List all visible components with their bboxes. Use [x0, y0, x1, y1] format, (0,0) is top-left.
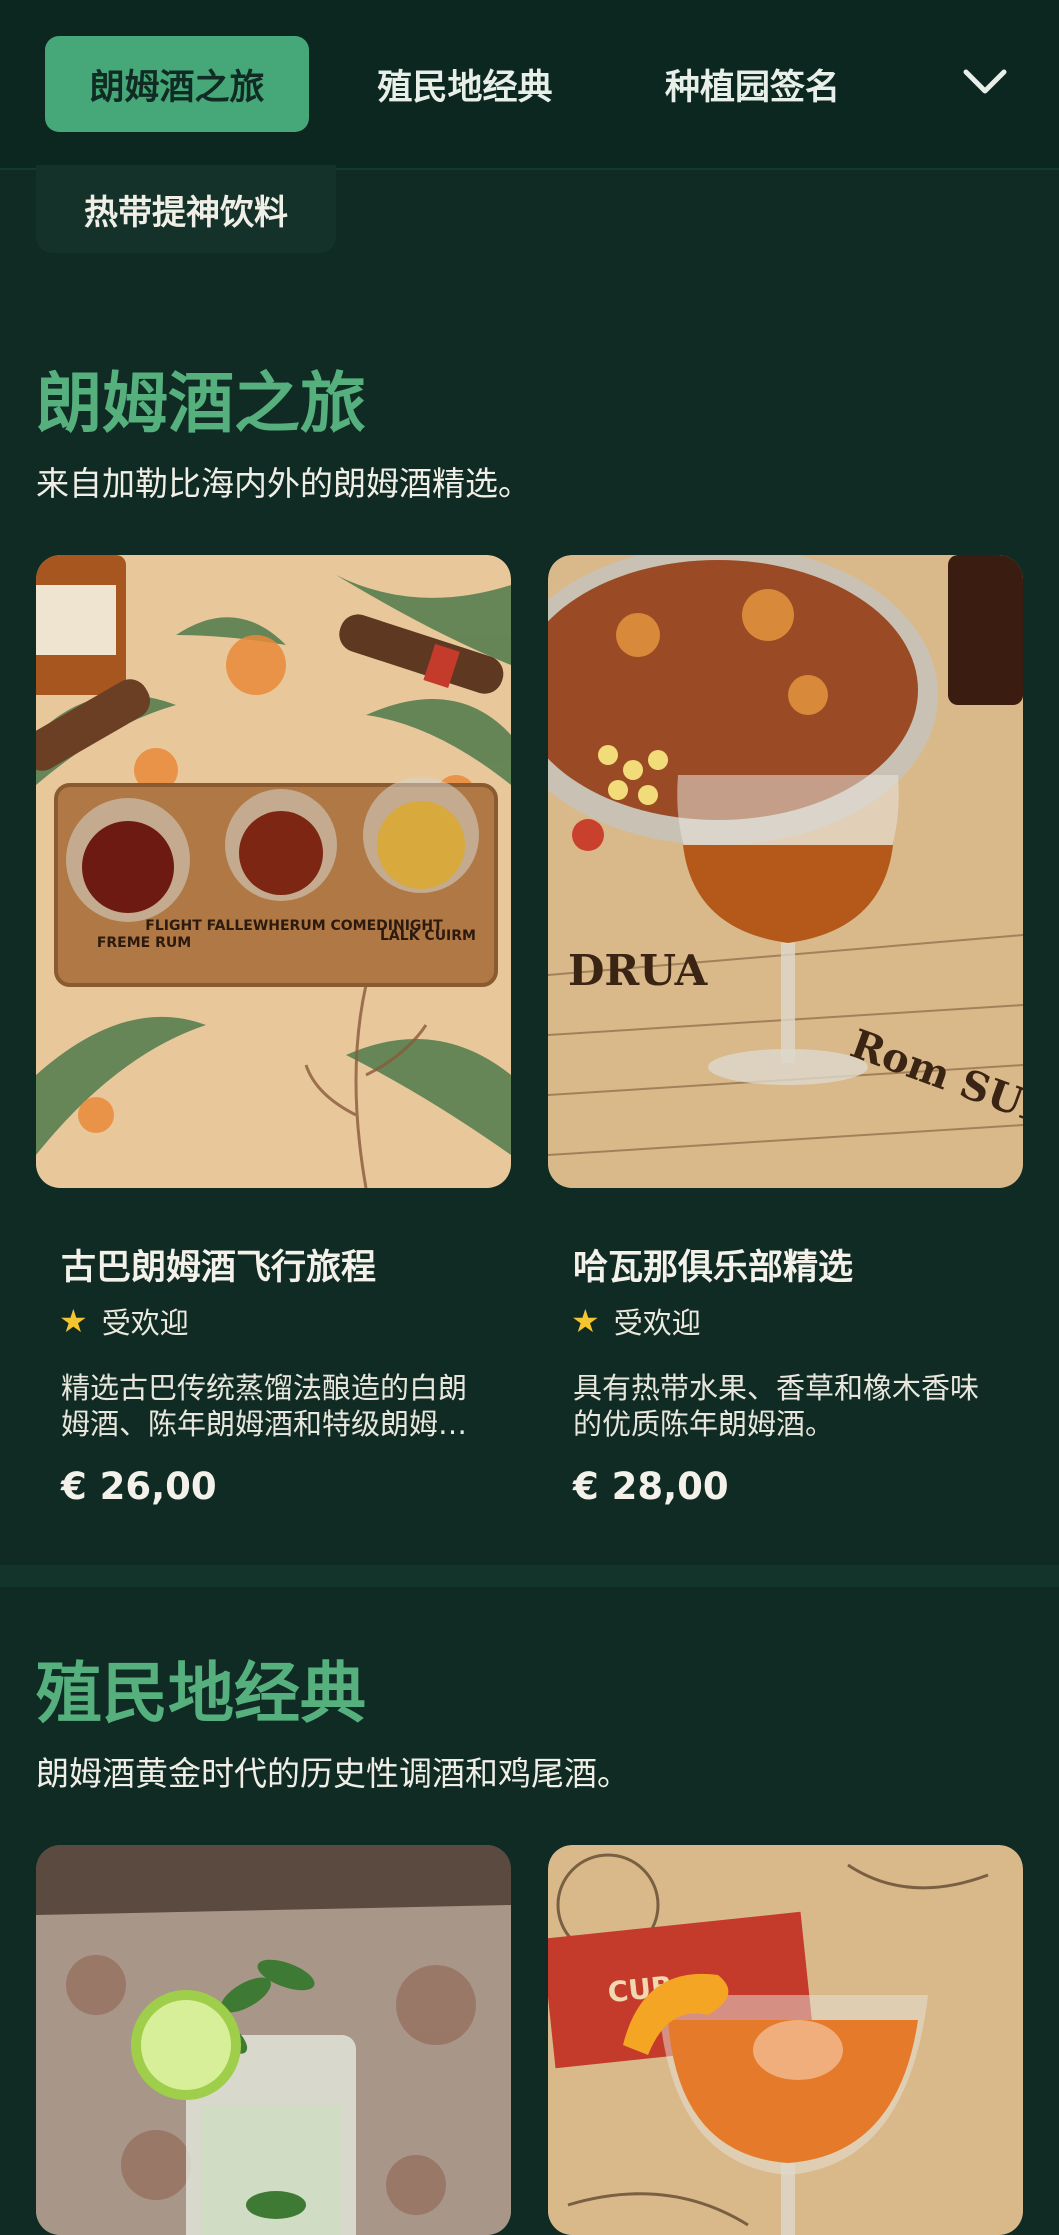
badge-label: 受欢迎 [101, 1306, 189, 1340]
tab-plantation-signature[interactable]: 种植园签名 [640, 36, 865, 132]
item-name: 古巴朗姆酒飞行旅程 [61, 1248, 377, 1288]
image-label: LALK CUIRM [380, 928, 476, 944]
popular-badge: ★ 受欢迎 [59, 1300, 189, 1342]
menu-card[interactable]: Rom SUBAN DRUA 哈瓦那俱乐部精选 ★ 受欢迎 具有热带水果、香草和… [548, 555, 1023, 1535]
menu-card[interactable]: FREME RUM FLIGHT FALLEWHERUM COMEDINIGHT… [36, 555, 511, 1535]
item-name: 哈瓦那俱乐部精选 [573, 1248, 854, 1288]
menu-card[interactable]: CUB [548, 1845, 1023, 2235]
tab-colonial-classics[interactable]: 殖民地经典 [350, 36, 580, 132]
item-price: € 28,00 [573, 1465, 729, 1508]
rum-flight-photo: FREME RUM FLIGHT FALLEWHERUM COMEDINIGHT… [36, 555, 511, 1188]
star-icon: ★ [571, 1302, 600, 1340]
svg-text:DRUA: DRUA [568, 946, 709, 995]
chevron-down-icon[interactable] [960, 62, 1010, 102]
rum-glass-photo: Rom SUBAN DRUA [548, 555, 1023, 1188]
category-tab-bar: 朗姆酒之旅 殖民地经典 种植园签名 [0, 0, 1059, 170]
menu-card[interactable] [36, 1845, 511, 2235]
tab-tropical-refreshers[interactable]: 热带提神饮料 [36, 165, 336, 253]
star-icon: ★ [59, 1302, 88, 1340]
orange-cocktail-photo: CUB [548, 1845, 1023, 2235]
item-description: 精选古巴传统蒸馏法酿造的白朗姆酒、陈年朗姆酒和特级朗姆… [61, 1371, 468, 1441]
badge-label: 受欢迎 [613, 1306, 701, 1340]
image-label: FREME RUM [97, 935, 191, 951]
section-subtitle: 朗姆酒黄金时代的历史性调酒和鸡尾酒。 [36, 1754, 630, 1793]
mojito-photo [36, 1845, 511, 2235]
section-title: 朗姆酒之旅 [36, 365, 366, 442]
tab-rum-journey[interactable]: 朗姆酒之旅 [45, 36, 309, 132]
section-divider [0, 1565, 1059, 1587]
popular-badge: ★ 受欢迎 [571, 1300, 701, 1342]
section-title: 殖民地经典 [36, 1655, 366, 1732]
section-subtitle: 来自加勒比海内外的朗姆酒精选。 [36, 464, 531, 503]
item-description: 具有热带水果、香草和橡木香味的优质陈年朗姆酒。 [573, 1371, 980, 1441]
item-price: € 26,00 [61, 1465, 217, 1508]
